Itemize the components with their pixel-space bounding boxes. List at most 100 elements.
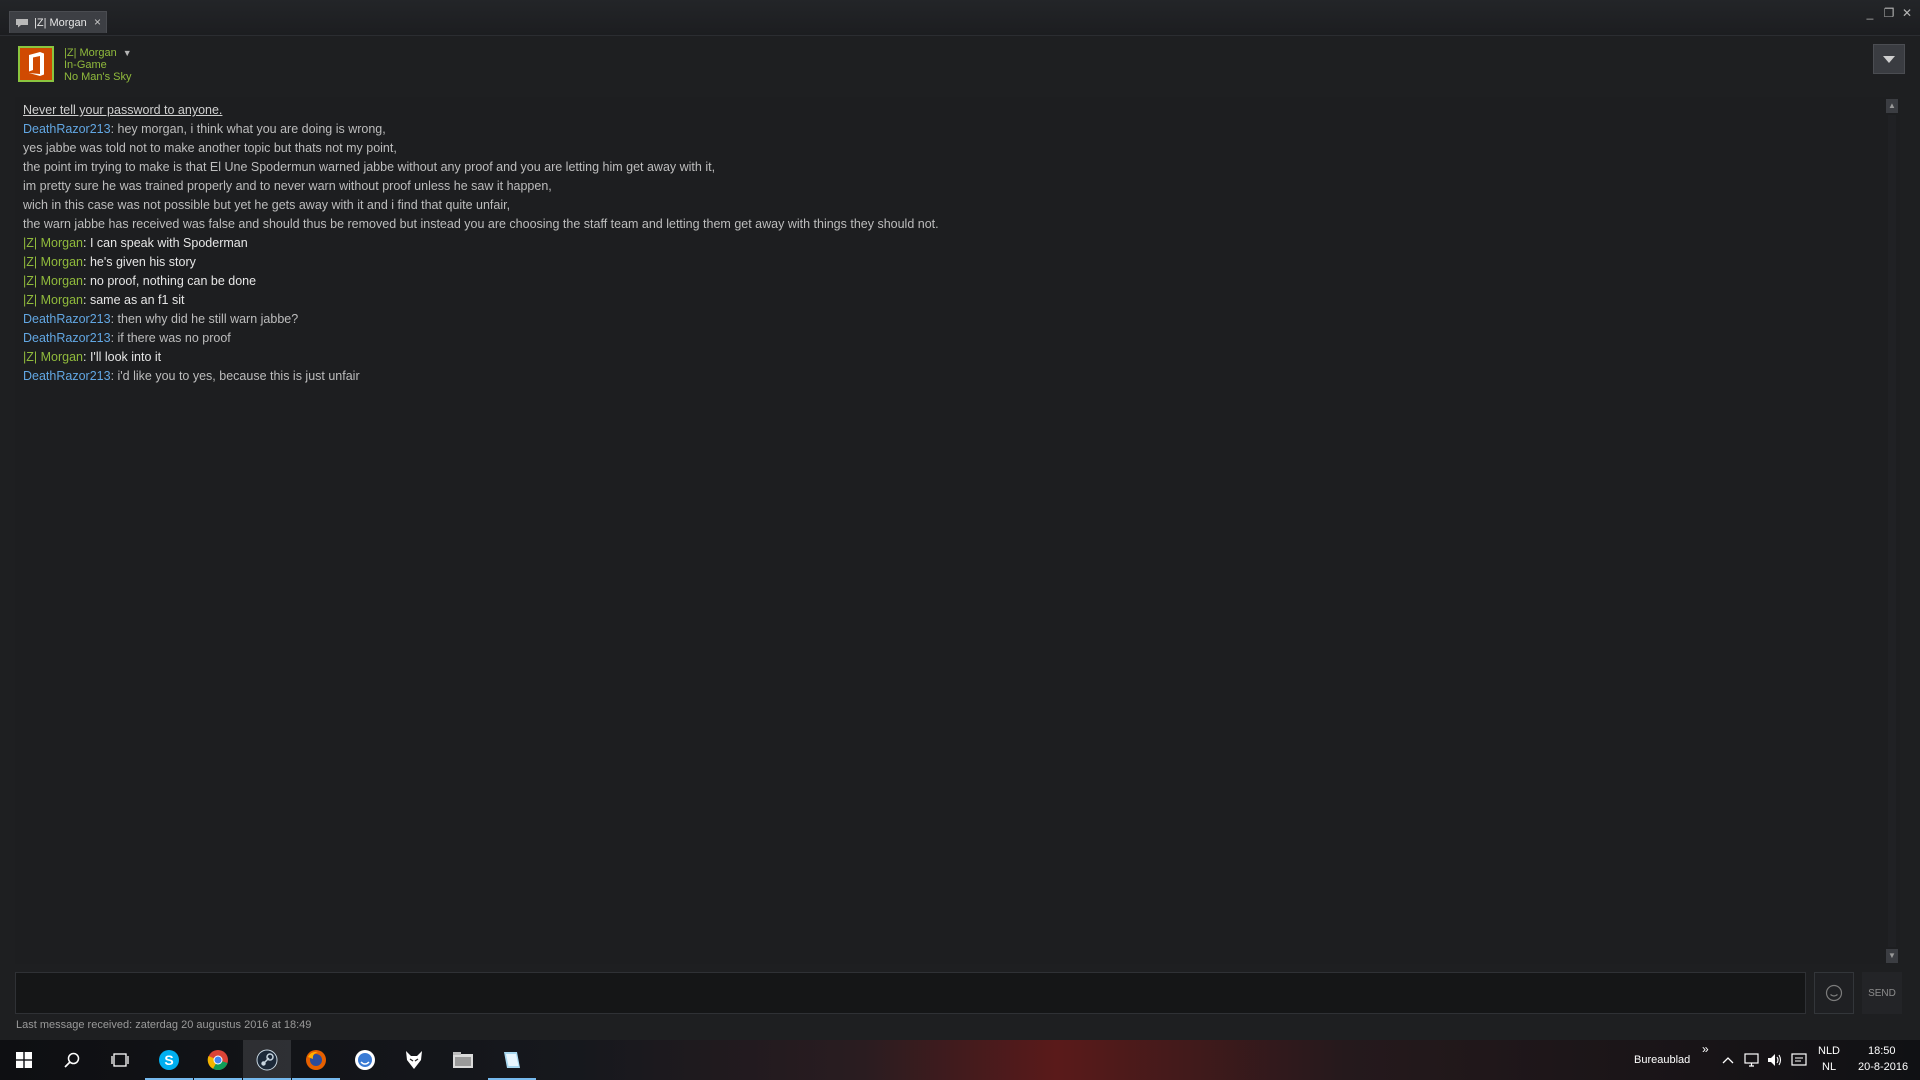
send-button[interactable]: SEND [1862,972,1902,1014]
scroll-down-icon[interactable]: ▼ [1886,949,1898,963]
message-sender[interactable]: |Z| Morgan [23,350,83,364]
chat-message: wich in this case was not possible but y… [23,196,1870,215]
message-sender[interactable]: |Z| Morgan [23,255,83,269]
taskbar-teamspeak[interactable] [341,1040,389,1080]
message-input[interactable] [16,973,1805,1013]
message-sender[interactable]: DeathRazor213 [23,312,111,326]
search-icon [64,1052,80,1068]
message-text: i'd like you to yes, because this is jus… [117,369,360,383]
message-text: he's given his story [89,255,196,269]
paint-icon [504,1052,520,1068]
minimize-button[interactable]: _ [1862,6,1878,20]
message-input-container [15,972,1806,1014]
action-center-icon[interactable] [1789,1040,1809,1080]
tab-label: |Z| Morgan [34,16,87,29]
volume-icon[interactable] [1765,1040,1785,1080]
task-view-icon [111,1053,129,1067]
tab-close-icon[interactable]: × [94,16,101,28]
options-dropdown-button[interactable] [1873,44,1905,74]
chat-log[interactable]: Never tell your password to anyone. Deat… [15,97,1890,964]
start-button[interactable] [0,1040,48,1080]
show-hidden-icons-icon[interactable] [1718,1040,1738,1080]
scroll-up-icon[interactable]: ▲ [1886,99,1898,113]
chevron-down-icon[interactable]: ▼ [123,48,132,58]
steam-chat-window: |Z| Morgan × _ ❐ ✕ |Z| Morgan ▼ In-Game … [0,0,1920,1040]
message-text: the warn jabbe has received was false an… [23,217,939,231]
message-separator: : [83,350,90,364]
chat-message: DeathRazor213: then why did he still war… [23,310,1870,329]
office-logo-icon [20,48,52,80]
windows-logo-icon [16,1052,32,1068]
message-sender[interactable]: |Z| Morgan [23,293,83,307]
chat-bubble-icon [16,18,28,27]
taskbar-chrome[interactable] [194,1040,242,1080]
taskbar-skype[interactable]: S [145,1040,193,1080]
close-button[interactable]: ✕ [1899,6,1915,20]
taskbar-steam[interactable] [243,1040,291,1080]
message-separator: : [83,274,90,288]
avatar[interactable] [18,46,54,82]
message-sender[interactable]: DeathRazor213 [23,122,111,136]
message-text: yes jabbe was told not to make another t… [23,141,397,155]
steam-icon [256,1049,278,1071]
network-icon [1744,1053,1759,1067]
emoticon-button[interactable] [1814,972,1854,1014]
clock-time[interactable]: 18:50 [1868,1045,1896,1057]
message-text: I can speak with Spoderman [89,236,248,250]
teamspeak-icon [355,1050,375,1070]
message-separator: : [83,236,90,250]
network-icon[interactable] [1742,1040,1762,1080]
chat-message: DeathRazor213: hey morgan, i think what … [23,120,1870,139]
chat-message: im pretty sure he was trained properly a… [23,177,1870,196]
message-separator: : [110,122,118,136]
svg-text:S: S [164,1052,173,1068]
toolbar-overflow-icon[interactable]: » [1702,1042,1709,1056]
language-code[interactable]: NLD [1818,1045,1840,1057]
friend-name-row[interactable]: |Z| Morgan ▼ [64,47,132,59]
message-text: I'll look into it [89,350,162,364]
message-separator: : [110,331,118,345]
message-separator: : [83,255,90,269]
taskbar-wolf-app[interactable] [390,1040,438,1080]
windows-taskbar: S Bureaublad » NLD NL 18:50 20-8-2016 [0,1040,1920,1080]
scroll-track[interactable] [1888,115,1896,947]
title-bar: |Z| Morgan × _ ❐ ✕ [0,0,1920,36]
friend-game: No Man's Sky [64,71,132,83]
chat-message: |Z| Morgan: I'll look into it [23,348,1870,367]
desktop-toolbar-label[interactable]: Bureaublad [1634,1054,1690,1066]
taskbar-paint[interactable] [488,1040,536,1080]
message-text: the point im trying to make is that El U… [23,160,716,174]
task-view-button[interactable] [96,1040,144,1080]
chat-message: the warn jabbe has received was false an… [23,215,1870,234]
last-message-status: Last message received: zaterdag 20 augus… [16,1019,312,1031]
message-separator: : [110,369,118,383]
message-sender[interactable]: DeathRazor213 [23,331,111,345]
message-text: then why did he still warn jabbe? [117,312,299,326]
message-separator: : [83,293,90,307]
message-text: no proof, nothing can be done [89,274,257,288]
chevron-up-icon [1722,1057,1734,1064]
message-text: same as an f1 sit [89,293,185,307]
chrome-icon [207,1050,228,1071]
friend-name: |Z| Morgan [64,47,117,59]
maximize-button[interactable]: ❐ [1881,6,1897,20]
speaker-icon [1768,1054,1782,1066]
taskbar-file-explorer[interactable] [439,1040,487,1080]
clock-date[interactable]: 20-8-2016 [1858,1061,1908,1073]
message-sender[interactable]: |Z| Morgan [23,274,83,288]
taskbar-firefox[interactable] [292,1040,340,1080]
password-warning[interactable]: Never tell your password to anyone. [23,101,1870,120]
chat-message: |Z| Morgan: no proof, nothing can be don… [23,272,1870,291]
chat-message: |Z| Morgan: I can speak with Spoderman [23,234,1870,253]
chat-tab[interactable]: |Z| Morgan × [9,11,107,33]
search-button[interactable] [48,1040,96,1080]
keyboard-layout[interactable]: NL [1822,1061,1836,1073]
chat-message: yes jabbe was told not to make another t… [23,139,1870,158]
message-sender[interactable]: DeathRazor213 [23,369,111,383]
message-text: if there was no proof [117,331,231,345]
message-sender[interactable]: |Z| Morgan [23,236,83,250]
chat-scrollbar[interactable]: ▲ ▼ [1884,99,1900,963]
message-text: wich in this case was not possible but y… [23,198,511,212]
chevron-down-icon [1883,55,1895,63]
message-text: hey morgan, i think what you are doing i… [117,122,386,136]
